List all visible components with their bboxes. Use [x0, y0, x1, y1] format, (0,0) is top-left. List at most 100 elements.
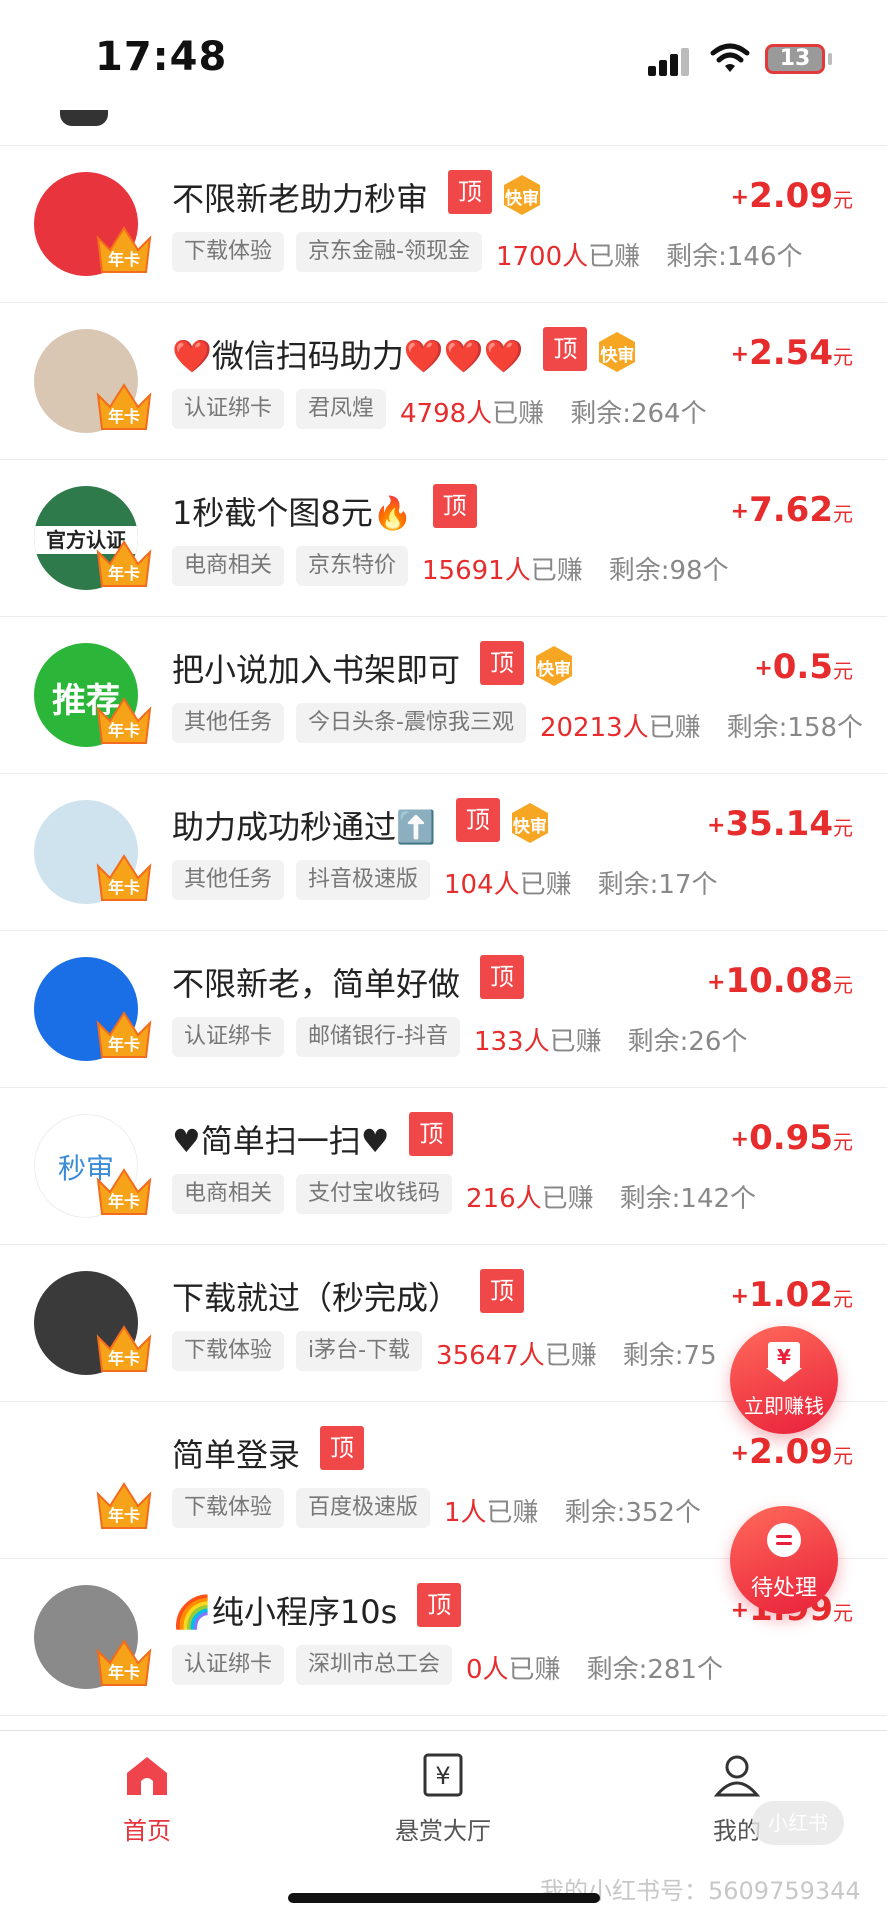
reward-prefix: + — [707, 970, 726, 995]
task-reward: +0.95元 — [731, 1118, 853, 1158]
earned-label: 已赚 — [588, 242, 641, 272]
earned-label: 已赚 — [508, 1655, 561, 1685]
reward-amount: 0.95 — [749, 1118, 833, 1158]
annual-card-crown-icon: 年卡 — [94, 1478, 154, 1532]
annual-card-label: 年卡 — [107, 1663, 140, 1682]
yen-download-icon: ¥ — [766, 1342, 802, 1382]
annual-card-label: 年卡 — [107, 1035, 140, 1054]
task-row[interactable]: 年卡 不限新老，简单好做顶 +10.08元 认证绑卡 邮储银行-抖音 133人已赚 剩余:2… — [0, 931, 887, 1088]
task-category-tag: 认证绑卡 — [172, 1645, 285, 1685]
earned-label: 已赚 — [530, 556, 583, 586]
earned-label: 已赚 — [492, 399, 545, 429]
annual-card-crown-icon: 年卡 — [94, 1164, 154, 1218]
participant-count: 0人 — [466, 1655, 509, 1685]
pin-top-badge: 顶 — [320, 1426, 364, 1470]
task-row[interactable]: 官方认证 年卡 1秒截个图8元🔥 顶 +7.62元 电商相关 京东特价 15691人已赚 剩余:… — [0, 460, 887, 617]
annual-card-crown-icon: 年卡 — [94, 850, 154, 904]
reward-unit: 元 — [833, 1287, 853, 1311]
earn-now-button[interactable]: ¥ 立即赚钱 — [730, 1326, 838, 1434]
reward-prefix: + — [707, 813, 726, 838]
task-category-tag: 下载体验 — [172, 1488, 285, 1528]
annual-card-crown-icon: 年卡 — [94, 1321, 154, 1375]
task-category-tag: 下载体验 — [172, 1331, 285, 1371]
task-reward: +0.5元 — [754, 647, 853, 687]
participant-count: 1700人 — [495, 242, 589, 272]
reward-amount: 1.02 — [749, 1275, 833, 1315]
reward-prefix: + — [730, 342, 750, 367]
status-time: 17:48 — [95, 34, 228, 80]
pin-top-badge: 顶 — [480, 1269, 524, 1313]
reward-unit: 元 — [833, 345, 853, 369]
home-icon — [127, 1757, 167, 1795]
earn-now-label: 立即赚钱 — [744, 1394, 824, 1418]
annual-card-label: 年卡 — [107, 407, 140, 426]
task-category-tag: 其他任务 — [172, 860, 285, 900]
yen-board-icon: ¥ — [423, 1753, 463, 1797]
pin-top-badge: 顶 — [455, 798, 500, 842]
task-row[interactable]: 年卡 不限新老助力秒审顶快审 +2.09元 下载体验 京东金融-领现金 1700人已赚 剩余… — [0, 146, 887, 303]
reward-amount: 10.08 — [725, 961, 833, 1001]
fast-review-badge: 快审 — [500, 173, 544, 217]
user-icon — [713, 1755, 761, 1797]
task-title: 把小说加入书架即可 — [172, 651, 461, 689]
task-row[interactable]: 年卡 助力成功秒通过⬆️ 顶快审 +35.14元 其他任务 抖音极速版 104人已赚 剩余:1… — [0, 774, 887, 931]
task-stats: 133人已赚 剩余:26个 — [474, 1021, 748, 1058]
svg-text:¥: ¥ — [435, 1762, 450, 1790]
earned-label: 已赚 — [541, 1184, 594, 1214]
participant-count: 104人 — [444, 870, 520, 900]
pending-button[interactable]: 待处理 — [730, 1506, 838, 1614]
partial-list-row — [0, 110, 887, 146]
chat-bubble-icon — [767, 1523, 801, 1557]
annual-card-crown-icon: 年卡 — [94, 1007, 154, 1061]
nav-bounty-hall[interactable]: ¥ 悬赏大厅 — [363, 1751, 523, 1846]
annual-card-label: 年卡 — [107, 721, 140, 740]
reward-amount: 7.62 — [749, 490, 833, 530]
task-reward: +2.54元 — [731, 333, 853, 373]
annual-card-crown-icon: 年卡 — [94, 222, 154, 276]
remaining-count: 剩余:352个 — [564, 1498, 701, 1528]
pin-top-badge: 顶 — [417, 1583, 462, 1627]
task-row[interactable]: 推荐 年卡 把小说加入书架即可顶快审 +0.5元 其他任务 今日头条-震惊我三观 20213… — [0, 617, 887, 774]
reward-amount: 35.14 — [725, 804, 833, 844]
reward-prefix: + — [730, 1441, 750, 1466]
pending-label: 待处理 — [750, 1576, 817, 1601]
task-row[interactable]: 年卡 ❤️微信扫码助力❤️❤️❤️ 顶快审 +2.54元 认证绑卡 君凤煌 4798人已赚剩… — [0, 303, 887, 460]
partial-avatar — [60, 110, 108, 126]
fast-review-label: 快审 — [537, 660, 571, 680]
annual-card-crown-icon: 年卡 — [94, 536, 154, 590]
reward-prefix: + — [730, 1284, 750, 1309]
nav-home[interactable]: 首页 — [67, 1751, 227, 1846]
annual-card-label: 年卡 — [107, 250, 140, 269]
task-title: 助力成功秒通过⬆️ — [172, 808, 436, 846]
reward-unit: 元 — [833, 188, 853, 212]
task-stats: 15691人已赚 剩余:98个 — [422, 550, 729, 587]
task-reward: +7.62元 — [731, 490, 853, 530]
task-row[interactable]: 秒审 年卡 ♥简单扫一扫♥ 顶 +0.95元 电商相关 支付宝收钱码 216人已赚 剩余:142… — [0, 1088, 887, 1245]
fast-review-badge: 快审 — [532, 644, 576, 688]
earned-label: 已赚 — [648, 713, 701, 743]
reward-unit: 元 — [833, 816, 853, 840]
task-stats: 1人已赚 剩余:352个 — [444, 1492, 701, 1529]
task-app-tag: 京东特价 — [296, 546, 409, 586]
task-app-tag: 君凤煌 — [296, 389, 387, 429]
reward-unit: 元 — [833, 1130, 853, 1154]
task-app-tag: 京东金融-领现金 — [296, 232, 482, 272]
remaining-count: 剩余:264个 — [570, 399, 707, 429]
nav-home-label: 首页 — [123, 1817, 171, 1845]
task-stats: 35647人已赚 剩余:75 — [436, 1335, 717, 1372]
participant-count: 20213人 — [539, 713, 649, 743]
task-list: 年卡 不限新老助力秒审顶快审 +2.09元 下载体验 京东金融-领现金 1700人已赚 剩余… — [0, 146, 887, 1716]
earned-label: 已赚 — [549, 1027, 602, 1057]
annual-card-crown-icon: 年卡 — [94, 379, 154, 433]
task-title: 🌈纯小程序10s — [172, 1593, 398, 1631]
task-category-tag: 下载体验 — [172, 232, 285, 272]
participant-count: 216人 — [466, 1184, 542, 1214]
battery-cap — [828, 53, 832, 65]
task-category-tag: 电商相关 — [172, 1174, 285, 1214]
wifi-icon — [710, 43, 750, 72]
task-reward: +2.09元 — [731, 176, 853, 216]
pin-top-badge: 顶 — [480, 641, 524, 685]
remaining-count: 剩余:26个 — [627, 1027, 748, 1057]
task-title: 不限新老助力秒审 — [172, 180, 429, 218]
signal-icon — [648, 46, 692, 76]
